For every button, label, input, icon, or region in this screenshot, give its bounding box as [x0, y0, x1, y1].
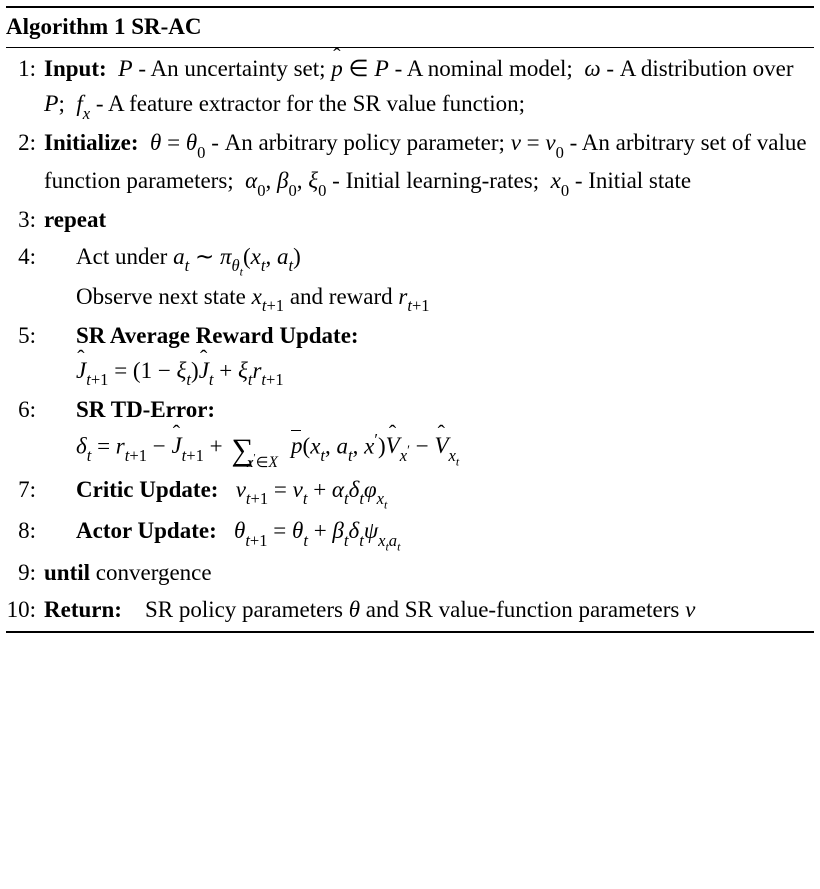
algo-line: 7: Critic Update: vt+1 = vt + αtδtφxt: [6, 473, 814, 513]
line-content: Critic Update: vt+1 = vt + αtδtφxt: [44, 473, 814, 513]
line-number: 8:: [6, 514, 44, 549]
line-content: repeat: [44, 203, 814, 238]
algo-line: 5: SR Average Reward Update: Jt+1 = (1 −…: [6, 319, 814, 391]
line-content: SR Average Reward Update: Jt+1 = (1 − ξt…: [44, 319, 814, 391]
algorithm-header: Algorithm 1 SR-AC: [6, 8, 814, 48]
keyword-sr-td: SR TD-Error:: [76, 397, 215, 422]
keyword-until: until: [44, 560, 90, 585]
algorithm-block: Algorithm 1 SR-AC 1: Input: P - An uncer…: [6, 6, 814, 633]
line-content: until convergence: [44, 556, 814, 591]
algo-line: 8: Actor Update: θt+1 = θt + βtδtψxtat: [6, 514, 814, 554]
keyword-actor: Actor Update:: [76, 518, 217, 543]
keyword-initialize: Initialize:: [44, 130, 139, 155]
algorithm-label: Algorithm 1: [6, 14, 125, 39]
keyword-sr-avg: SR Average Reward Update:: [76, 323, 359, 348]
algo-line: 1: Input: P - An uncertainty set; p ∈ P …: [6, 52, 814, 125]
keyword-critic: Critic Update:: [76, 477, 218, 502]
until-condition: convergence: [96, 560, 212, 585]
line-number: 7:: [6, 473, 44, 508]
algorithm-body: 1: Input: P - An uncertainty set; p ∈ P …: [6, 48, 814, 632]
keyword-return: Return:: [44, 597, 122, 622]
line-number: 9:: [6, 556, 44, 591]
line-number: 3:: [6, 203, 44, 238]
keyword-input: Input:: [44, 56, 107, 81]
algo-line: 2: Initialize: θ = θ0 - An arbitrary pol…: [6, 126, 814, 201]
algo-line: 3: repeat: [6, 203, 814, 238]
algo-line: 6: SR TD-Error: δt = rt+1 − Jt+1 + ∑x′∈X…: [6, 393, 814, 471]
line-content: Input: P - An uncertainty set; p ∈ P - A…: [44, 52, 814, 125]
keyword-repeat: repeat: [44, 207, 106, 232]
line-number: 5:: [6, 319, 44, 354]
algo-line: 10: Return: SR policy parameters θ and S…: [6, 593, 814, 628]
algo-line: 9: until convergence: [6, 556, 814, 591]
line-number: 1:: [6, 52, 44, 87]
line-number: 2:: [6, 126, 44, 161]
line-content: Return: SR policy parameters θ and SR va…: [44, 593, 814, 628]
line-content: Actor Update: θt+1 = θt + βtδtψxtat: [44, 514, 814, 554]
algo-line: 4: Act under at ∼ πθt(xt, at) Observe ne…: [6, 240, 814, 317]
line-content: Act under at ∼ πθt(xt, at) Observe next …: [44, 240, 814, 317]
line-number: 10:: [6, 593, 44, 628]
line-number: 4:: [6, 240, 44, 275]
algorithm-title: SR-AC: [131, 14, 201, 39]
line-number: 6:: [6, 393, 44, 428]
line-content: Initialize: θ = θ0 - An arbitrary policy…: [44, 126, 814, 201]
sum-operator: ∑x′∈X: [231, 434, 253, 471]
line-content: SR TD-Error: δt = rt+1 − Jt+1 + ∑x′∈X p(…: [44, 393, 814, 471]
